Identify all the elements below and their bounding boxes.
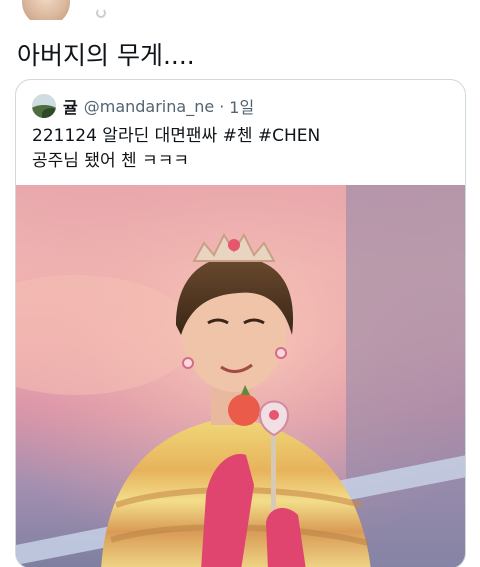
quoted-tweet[interactable]: 귤 @mandarina_ne · 1일 221124 알라딘 대면팬싸 #첸 … xyxy=(15,79,466,567)
quoted-handle[interactable]: @mandarina_ne xyxy=(84,97,214,116)
quoted-tweet-text: 221124 알라딘 대면팬싸 #첸 #CHEN 공주님 됐어 첸 ㅋㅋㅋ xyxy=(32,124,320,174)
photo-illustration xyxy=(16,185,465,567)
quoted-line-1: 221124 알라딘 대면팬싸 #첸 #CHEN xyxy=(32,126,321,146)
quoted-line-2: 공주님 됐어 첸 ㅋㅋㅋ xyxy=(32,151,189,171)
tweet-text: 아버지의 무게.... xyxy=(17,41,195,70)
quoted-tweet-header: 귤 @mandarina_ne · 1일 xyxy=(32,94,254,118)
author-avatar[interactable] xyxy=(22,0,70,20)
landscape-avatar-icon[interactable] xyxy=(32,94,56,118)
separator-dot: · xyxy=(219,96,225,116)
previous-tweet-footer xyxy=(0,0,480,20)
quoted-timestamp[interactable]: 1일 xyxy=(229,94,254,118)
quoted-photo[interactable] xyxy=(16,185,465,567)
quoted-display-name[interactable]: 귤 xyxy=(63,94,78,118)
verified-icon xyxy=(96,8,106,18)
